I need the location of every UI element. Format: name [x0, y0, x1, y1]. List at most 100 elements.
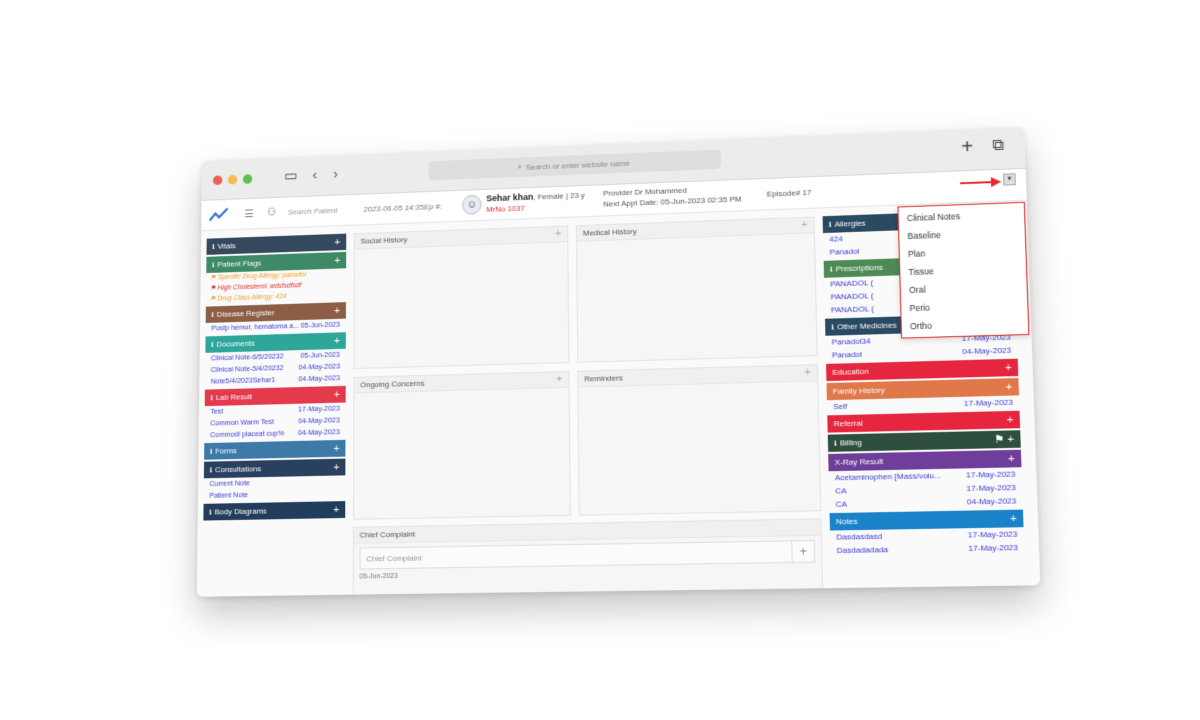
- item-name: Panadol34: [831, 336, 871, 347]
- item-date: 05-Jun-2023: [300, 349, 341, 360]
- add-concern-icon[interactable]: +: [556, 373, 562, 385]
- patient-name: Sehar khan: [486, 191, 534, 204]
- address-bar[interactable]: ⌕ Search or enter website name: [428, 149, 722, 181]
- item-date: 04-May-2023: [298, 361, 341, 372]
- item-date: 04-May-2023: [966, 496, 1017, 507]
- address-placeholder: Search or enter website name: [525, 158, 630, 172]
- notes-header[interactable]: Notes +: [829, 509, 1024, 531]
- item-name: Commodi placeat cup%: [210, 428, 285, 440]
- item-name: Test: [210, 406, 224, 416]
- panel-title: Chief Complaint: [359, 529, 416, 540]
- education-label: Education: [832, 366, 869, 377]
- add-flag-icon[interactable]: +: [334, 254, 340, 266]
- add-billing-icon[interactable]: ⚑ +: [994, 432, 1015, 446]
- item-name: PANADOL (: [830, 291, 874, 302]
- info-icon: ℹ: [211, 341, 214, 349]
- body-diagrams-header[interactable]: ℹ Body Diagrams +: [203, 501, 346, 521]
- info-icon: ℹ: [829, 266, 833, 274]
- item-name: Acetaminophen [Mass/volu...: [834, 470, 942, 483]
- add-xray-icon[interactable]: +: [1008, 452, 1015, 464]
- patient-identity: Sehar khan, Female | 23 y: [486, 190, 585, 203]
- add-patient-icon[interactable]: ⚇: [267, 206, 276, 219]
- social-history-panel: Social History +: [353, 225, 570, 370]
- episode-number: Episode# 17: [766, 187, 812, 199]
- close-window-button[interactable]: [212, 175, 223, 186]
- billing-header[interactable]: ℹ Billing ⚑ +: [827, 430, 1021, 452]
- left-sidebar: ℹ Vitals + ℹ Patient Flags + ⚑ Specific Drug…: [203, 232, 347, 521]
- info-icon: ℹ: [209, 509, 212, 517]
- add-note-icon[interactable]: +: [1010, 512, 1017, 525]
- item-date: 17-May-2023: [965, 469, 1016, 480]
- documents-label: Documents: [216, 338, 255, 349]
- item-name: PANADOL (: [830, 304, 875, 315]
- education-header[interactable]: Education +: [826, 358, 1019, 382]
- notes-label: Notes: [835, 516, 858, 527]
- other-medicines-label: Other Medicines: [836, 320, 897, 332]
- info-icon: ℹ: [211, 261, 215, 269]
- item-name: CA: [835, 499, 848, 509]
- list-item[interactable]: Patient Note: [204, 487, 346, 502]
- item-name: 424: [829, 234, 843, 244]
- item-date: 17-May-2023: [298, 403, 340, 414]
- referral-header[interactable]: Referral +: [827, 410, 1021, 433]
- add-lab-icon[interactable]: +: [334, 388, 340, 400]
- add-complaint-icon[interactable]: +: [791, 541, 815, 562]
- item-name: PANADOL (: [830, 278, 874, 289]
- item-name: Self: [833, 401, 848, 412]
- add-disease-icon[interactable]: +: [334, 305, 340, 317]
- ongoing-concerns-panel: Ongoing Concerns +: [352, 370, 571, 520]
- item-name: Clinical Note-6/5/20232: [210, 351, 284, 363]
- add-social-history-icon[interactable]: +: [555, 228, 561, 240]
- item-date: 04-May-2023: [298, 415, 340, 426]
- chief-complaint-panel: Chief Complaint Chief Complaint + 05-Jun…: [352, 518, 824, 597]
- add-vitals-icon[interactable]: +: [334, 236, 340, 248]
- minimize-window-button[interactable]: [227, 174, 238, 185]
- chart-type-dropdown: Clinical Notes Baseline Plan Tissue Oral…: [897, 201, 1030, 339]
- tabs-overview-icon[interactable]: ⧉: [992, 137, 1004, 155]
- item-name: Postp hemor, hematoma a...: [211, 321, 300, 333]
- item-name: CA: [835, 486, 847, 496]
- forward-icon[interactable]: ›: [333, 165, 338, 184]
- info-icon: ℹ: [209, 466, 213, 474]
- maximize-window-button[interactable]: [242, 174, 253, 185]
- list-item[interactable]: CA 04-May-2023: [829, 494, 1023, 511]
- app-logo-icon: [209, 206, 230, 222]
- vitals-label: Vitals: [217, 241, 236, 251]
- new-tab-icon[interactable]: +: [961, 136, 974, 159]
- consultations-header[interactable]: ℹ Consultations +: [203, 458, 346, 479]
- add-referral-icon[interactable]: +: [1007, 413, 1014, 425]
- search-patient-input[interactable]: Search Patient: [288, 206, 338, 216]
- add-diagram-icon[interactable]: +: [333, 504, 339, 516]
- medical-history-panel: Medical History +: [575, 216, 818, 363]
- forms-header[interactable]: ℹ Forms +: [204, 439, 346, 460]
- sidebar-toggle-icon[interactable]: ▭: [284, 167, 297, 187]
- allergies-label: Allergies: [834, 218, 866, 229]
- avatar[interactable]: ☺: [462, 194, 482, 215]
- item-name: Common Warm Test: [210, 417, 274, 428]
- info-icon: ℹ: [209, 448, 213, 456]
- patient-info: , Female | 23 y: [533, 190, 585, 202]
- add-reminder-icon[interactable]: +: [804, 366, 811, 378]
- add-document-icon[interactable]: +: [334, 335, 340, 347]
- add-medical-history-icon[interactable]: +: [801, 219, 808, 231]
- back-icon[interactable]: ‹: [312, 166, 317, 185]
- chief-complaint-input[interactable]: Chief Complaint +: [359, 540, 816, 570]
- add-consultation-icon[interactable]: +: [333, 461, 339, 473]
- item-name: Panadol: [831, 349, 863, 360]
- patient-list-icon[interactable]: ☰: [244, 207, 253, 220]
- info-icon: ℹ: [834, 440, 837, 448]
- add-education-icon[interactable]: +: [1005, 361, 1012, 373]
- list-item[interactable]: Dasdadadada 17-May-2023: [830, 541, 1024, 558]
- family-history-label: Family History: [832, 385, 885, 397]
- list-item[interactable]: Commodi placeat cup% 04-May-2023: [204, 426, 345, 441]
- item-date: 17-May-2023: [966, 482, 1017, 494]
- panel-title: Ongoing Concerns: [360, 378, 425, 390]
- info-icon: ℹ: [210, 394, 214, 402]
- item-name: Note5/4/2023Sehar1: [210, 375, 276, 386]
- item-date: 17-May-2023: [968, 542, 1019, 554]
- chevron-down-icon[interactable]: ▾: [1003, 173, 1016, 186]
- menu-item-ortho[interactable]: Ortho: [902, 314, 1029, 336]
- add-form-icon[interactable]: +: [333, 442, 339, 454]
- mrno: MrNo 1037: [486, 203, 525, 214]
- add-family-history-icon[interactable]: +: [1006, 381, 1013, 393]
